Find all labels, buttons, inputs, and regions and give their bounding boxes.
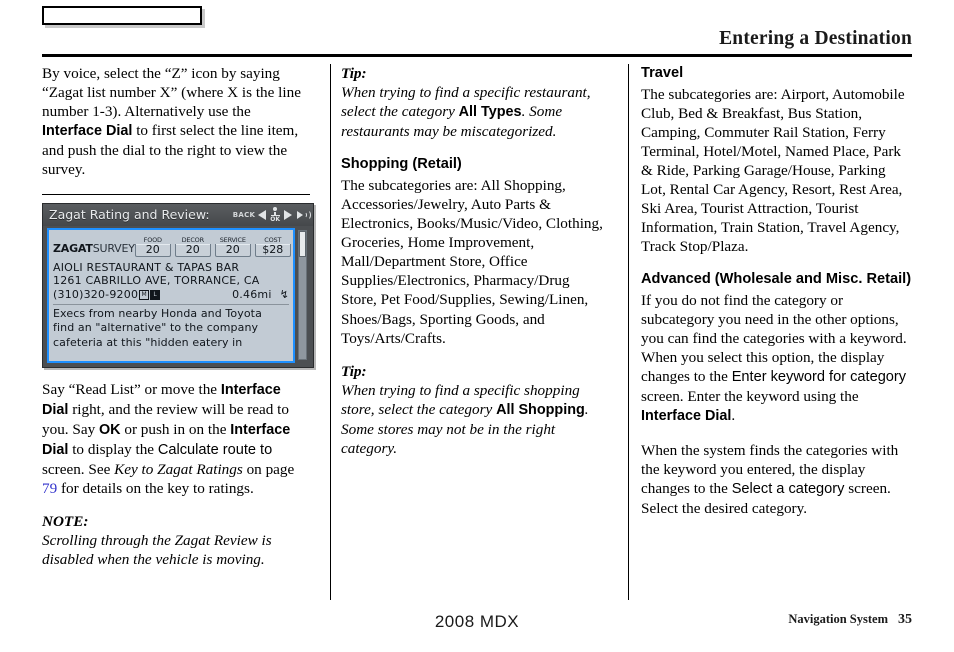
- travel-body: The subcategories are: Airport, Automobi…: [641, 85, 905, 256]
- header-tab-box: [42, 6, 202, 25]
- shopping-retail-heading: Shopping (Retail): [341, 156, 462, 173]
- intro-paragraph: By voice, select the “Z” icon by saying …: [42, 64, 310, 180]
- advanced-body-1: If you do not find the category or subca…: [641, 291, 912, 427]
- speaker-icon[interactable]: [297, 209, 311, 221]
- advanced-text-3: .: [731, 407, 736, 425]
- rating-food: FOOD 20: [134, 236, 171, 257]
- poi-distance: 0.46mi: [232, 287, 272, 301]
- tip-restaurant-block: Tip: When trying to find a specific resta…: [341, 64, 608, 141]
- advanced-body-2: When the system finds the categories wit…: [641, 441, 912, 518]
- read-text-7: for details on the key to ratings.: [57, 480, 254, 498]
- nav-panel-divider: [53, 303, 289, 305]
- review-line-1: Execs from nearby Honda and Toyota: [53, 306, 262, 320]
- footer-section-info: Navigation System 35: [788, 612, 912, 628]
- read-text-4: to display the: [68, 440, 158, 458]
- poi-name: AIOLI RESTAURANT & TAPAS BAR: [53, 260, 240, 274]
- ok-bold: OK: [98, 421, 121, 438]
- nav-screen-scrollbar[interactable]: [298, 229, 307, 360]
- read-text-1: Say “Read List” or move the: [42, 380, 221, 398]
- footer-page-number: 35: [898, 612, 912, 627]
- interface-dial-bold-1: Interface Dial: [42, 123, 133, 140]
- review-line-3: cafeteria at this "hidden eatery in: [53, 335, 243, 349]
- zagat-review-screenshot: Zagat Rating and Review: BACK OK ZAGATSU…: [42, 202, 314, 368]
- advanced-text-2: screen. Enter the keyword using the: [641, 388, 859, 406]
- key-to-zagat-ratings-ref: Key to Zagat Ratings: [114, 460, 243, 478]
- page-header: Entering a Destination: [42, 28, 912, 52]
- tip-shopping-block: Tip: When trying to find a specific shopp…: [341, 362, 608, 458]
- all-types-bold: All Types: [458, 104, 522, 121]
- back-label[interactable]: BACK: [233, 211, 256, 219]
- rating-decor-value: 20: [174, 243, 211, 257]
- nav-screen-controls: BACK OK: [233, 206, 311, 223]
- badge-l-icon: L: [150, 289, 161, 300]
- ok-joystick-icon[interactable]: OK: [270, 206, 280, 223]
- read-text-3: or push in on the: [120, 420, 231, 438]
- shopping-retail-body: The subcategories are: All Shopping, Acc…: [341, 176, 603, 347]
- content-columns: By voice, select the “Z” icon by saying …: [42, 64, 912, 600]
- right-arrow-icon[interactable]: [284, 209, 292, 220]
- tip-restaurant-label: Tip:: [341, 65, 367, 82]
- intro-text-1: By voice, select the “Z” icon by saying …: [42, 65, 301, 121]
- joystick-knob: [273, 206, 278, 211]
- nav-screen-title: Zagat Rating and Review:: [49, 207, 210, 223]
- rating-cost-value: $28: [254, 243, 291, 257]
- zagat-logo-bold: ZAGAT: [53, 241, 93, 255]
- header-divider: [42, 54, 912, 57]
- compass-arrow-icon: ↯: [279, 287, 289, 301]
- left-arrow-icon[interactable]: [258, 209, 267, 220]
- zagat-logo-light: SURVEY: [92, 241, 135, 255]
- column-1: By voice, select the “Z” icon by saying …: [42, 64, 330, 600]
- read-text-6: on page: [242, 460, 295, 478]
- badge-m-icon: M: [139, 289, 150, 300]
- page-cross-reference-link[interactable]: 79: [42, 480, 57, 497]
- nav-screen-titlebar: Zagat Rating and Review: BACK OK: [43, 203, 313, 226]
- rating-cost: COST $28: [254, 236, 291, 257]
- select-category-screen-name: Select a category: [731, 480, 845, 497]
- rating-food-value: 20: [134, 243, 171, 257]
- enter-keyword-screen-name: Enter keyword for category: [731, 369, 907, 386]
- column-2: Tip: When trying to find a specific resta…: [330, 64, 628, 600]
- note-block: NOTE: Scrolling through the Zagat Review …: [42, 512, 310, 569]
- page-title: Entering a Destination: [719, 28, 912, 49]
- review-line-2: find an "alternative" to the company: [53, 321, 259, 335]
- rating-service-value: 20: [214, 243, 251, 257]
- speaker-wave-2: [304, 210, 311, 221]
- travel-heading: Travel: [641, 65, 684, 81]
- zagat-survey-logo: ZAGATSURVEY: [53, 242, 135, 257]
- column-3: Travel The subcategories are: Airport, A…: [628, 64, 912, 600]
- rating-service: SERVICE 20: [214, 236, 251, 257]
- read-list-paragraph: Say “Read List” or move the Interface Di…: [42, 380, 310, 499]
- ok-label: OK: [270, 215, 280, 223]
- calculate-route-screen-name: Calculate route to: [157, 441, 273, 458]
- note-label: NOTE:: [42, 513, 89, 531]
- all-shopping-bold: All Shopping: [496, 401, 585, 418]
- scrollbar-thumb[interactable]: [299, 230, 306, 257]
- zagat-ratings-group: FOOD 20 DECOR 20 SERVICE 20 COST $28: [134, 236, 291, 257]
- interface-dial-bold-4: Interface Dial: [641, 408, 732, 425]
- zagat-header-row: ZAGATSURVEY FOOD 20 DECOR 20 SERVICE 20: [53, 233, 291, 257]
- poi-address: 1261 CABRILLO AVE, TORRANCE, CA: [53, 274, 260, 288]
- advanced-heading: Advanced (Wholesale and Misc. Retail): [641, 271, 912, 288]
- tip-shopping-label: Tip:: [341, 362, 367, 380]
- rating-decor: DECOR 20: [174, 236, 211, 257]
- note-text: Scrolling through the Zagat Review is di…: [42, 532, 272, 569]
- poi-phone-row: (310)320-9200 M L 0.46mi ↯: [53, 288, 289, 302]
- figure-divider: [42, 193, 310, 195]
- nav-screen-panel: ZAGATSURVEY FOOD 20 DECOR 20 SERVICE 20: [47, 227, 295, 363]
- footer-section-label: Navigation System: [788, 612, 888, 626]
- read-text-5: screen. See: [42, 460, 115, 478]
- poi-phone: (310)320-9200: [53, 287, 139, 301]
